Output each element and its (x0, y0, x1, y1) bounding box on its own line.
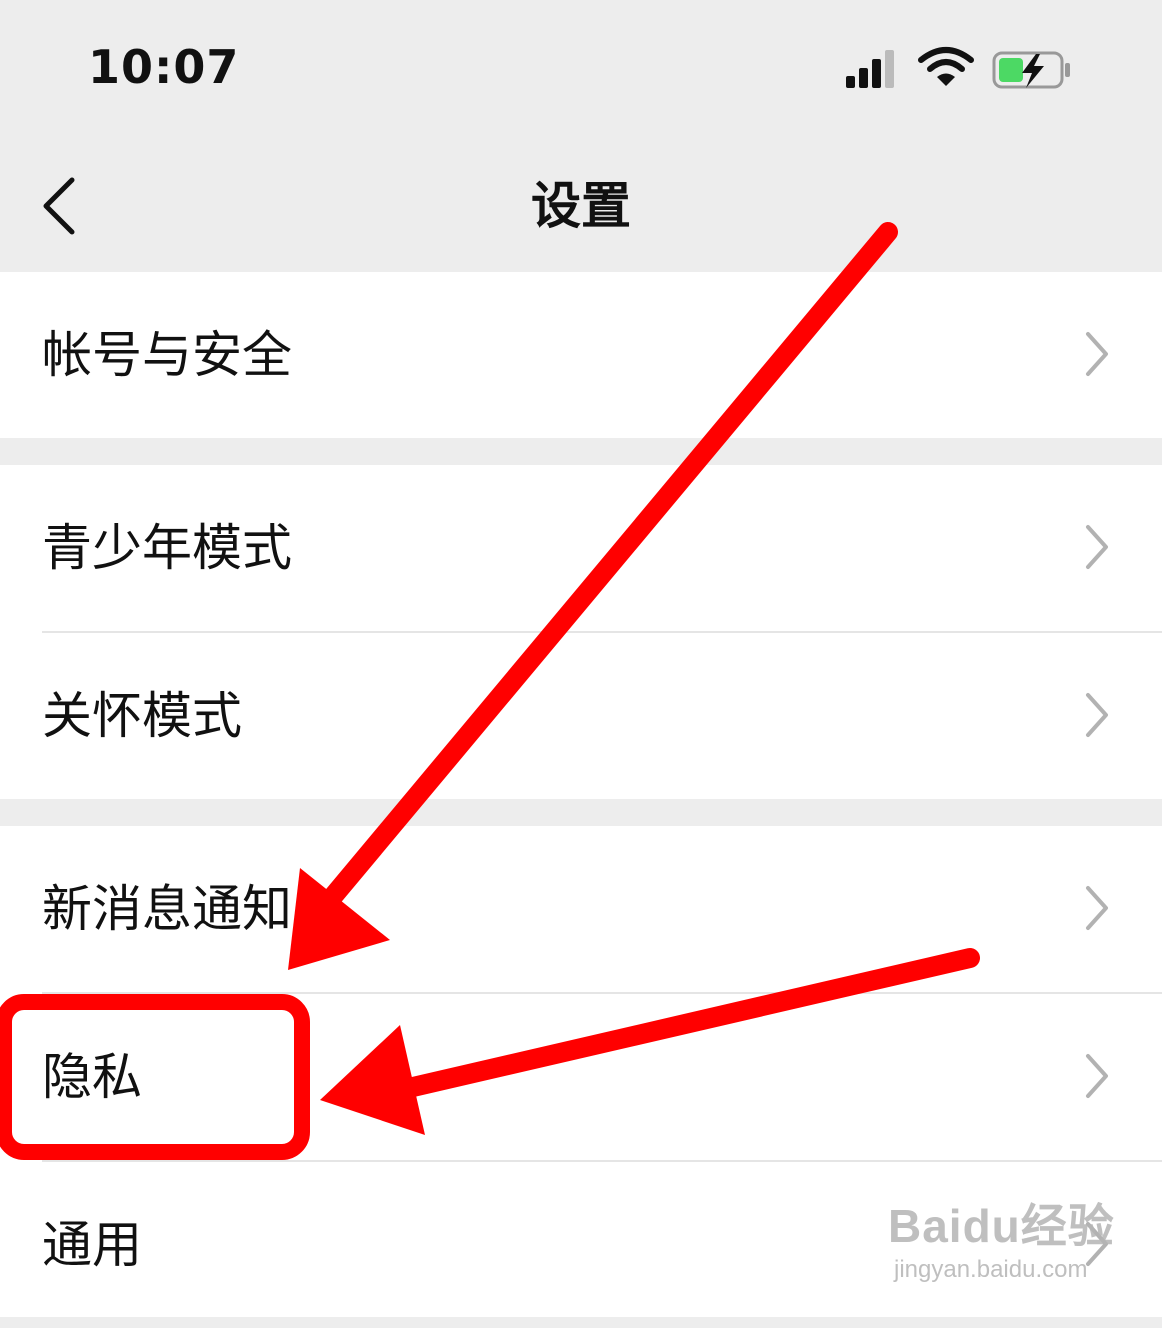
wifi-icon (918, 47, 974, 86)
settings-item-label: 关怀模式 (42, 687, 242, 745)
watermark-url: jingyan.baidu.com (894, 1256, 1088, 1283)
chevron-right-icon (1086, 1054, 1108, 1098)
settings-item-label: 隐私 (42, 1048, 142, 1106)
nav-bar: 设置 (0, 140, 1162, 272)
settings-item-label: 新消息通知 (42, 880, 292, 938)
chevron-right-icon (1086, 693, 1108, 737)
page-title: 设置 (531, 177, 631, 235)
settings-item-youth-mode[interactable]: 青少年模式 (0, 465, 1162, 631)
settings-item-new-message-notification[interactable]: 新消息通知 (0, 826, 1162, 992)
chevron-right-icon (1086, 886, 1108, 930)
status-bar: 10:07 (0, 0, 1162, 140)
settings-item-label: 通用 (42, 1216, 142, 1274)
settings-item-label: 帐号与安全 (42, 326, 292, 384)
watermark: Baidu经验 jingyan.baidu.com (888, 1190, 1128, 1290)
settings-item-privacy[interactable]: 隐私 (0, 994, 1162, 1160)
watermark-brand: Baidu经验 (888, 1200, 1115, 1252)
chevron-right-icon (1086, 332, 1108, 376)
settings-group-account: 帐号与安全 (0, 272, 1162, 438)
signal-icon (846, 50, 894, 88)
settings-item-label: 青少年模式 (42, 519, 292, 577)
status-time: 10:07 (88, 40, 240, 94)
settings-group-modes: 青少年模式 关怀模式 (0, 465, 1162, 799)
settings-item-care-mode[interactable]: 关怀模式 (0, 633, 1162, 799)
chevron-right-icon (1086, 525, 1108, 569)
settings-item-account-security[interactable]: 帐号与安全 (0, 272, 1162, 438)
battery-charging-icon (992, 51, 1070, 89)
